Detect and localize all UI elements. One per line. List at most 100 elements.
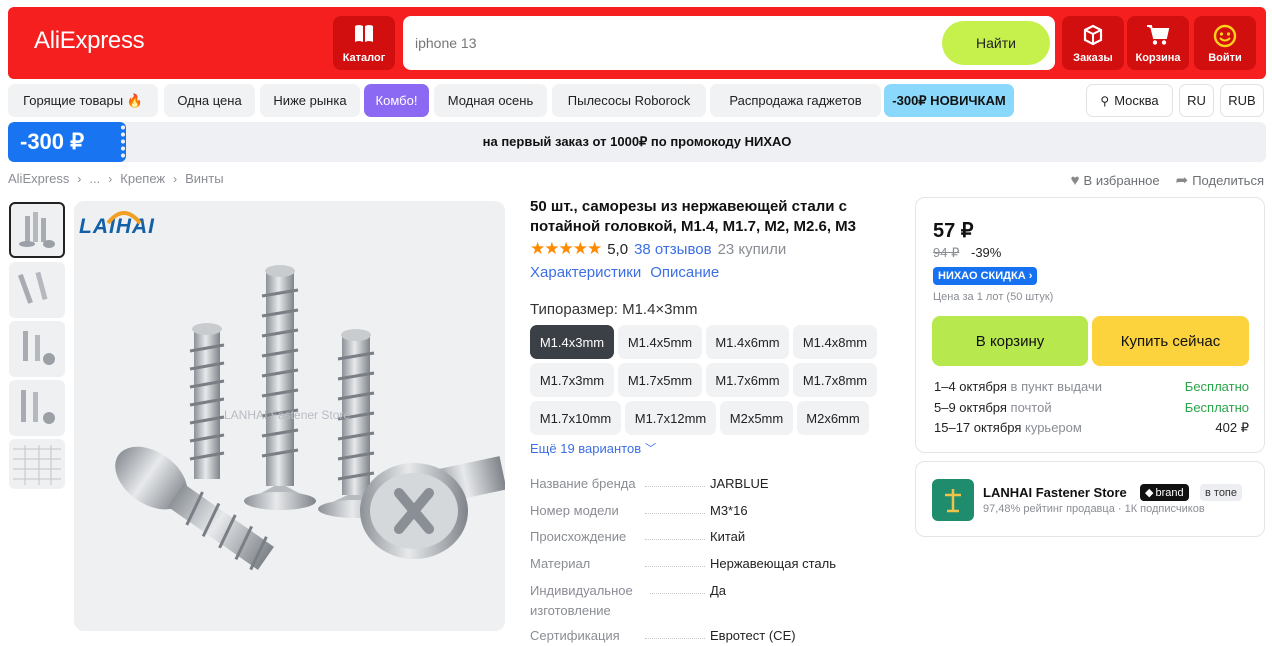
search-button[interactable]: Найти [942, 21, 1050, 65]
shipping-method: курьером [1021, 420, 1082, 435]
breadcrumb-item[interactable]: Крепеж [120, 171, 165, 186]
main-product-image[interactable]: LAIHAI LANHAI Fastener Store [74, 201, 505, 631]
tag-icon: ◆ [1145, 487, 1154, 499]
chip-roborock[interactable]: Пылесосы Roborock [552, 84, 706, 117]
spec-key: Индивидуальное изготовление [530, 583, 633, 618]
header-bar: AliExpress Каталог Найти Заказы Корзина … [8, 7, 1266, 79]
catalog-label: Каталог [342, 52, 386, 64]
thumbnail-1[interactable] [9, 202, 65, 258]
brand-badge-label: brand [1155, 486, 1184, 499]
breadcrumb-item[interactable]: AliExpress [8, 171, 69, 186]
spec-key: Материал [530, 556, 591, 571]
variant-option[interactable]: M1.7x3mm [530, 363, 614, 397]
chip-newbie-discount[interactable]: -300₽ НОВИЧКАМ [884, 84, 1014, 117]
thumbnail-3[interactable] [9, 321, 65, 377]
more-variants-link[interactable]: Ещё 19 вариантов ﹀ [530, 440, 656, 456]
spec-dots [645, 638, 705, 639]
orders-button[interactable]: Заказы [1062, 16, 1124, 70]
coupon-perforation [120, 124, 126, 160]
location-pin-icon: ⚲ [1100, 93, 1110, 108]
shipping-option: 5–9 октября почтой Бесплатно [934, 400, 1249, 415]
chip-below-market[interactable]: Ниже рынка [260, 84, 360, 117]
discount-percent: -39% [971, 245, 1002, 260]
heart-icon: ♥ [1070, 171, 1080, 189]
cart-button[interactable]: Корзина [1127, 16, 1189, 70]
chip-fashion-autumn[interactable]: Модная осень [434, 84, 547, 117]
variant-option[interactable]: M1.4x5mm [618, 325, 702, 359]
star-rating-icon: ★★★★★ [530, 239, 602, 258]
spec-dots [650, 593, 705, 594]
promo-banner[interactable]: на первый заказ от 1000₽ по промокоду НИ… [8, 122, 1266, 162]
bought-count: 23 купили [717, 240, 787, 258]
breadcrumb-item[interactable]: Винты [185, 171, 223, 186]
add-to-cart-button[interactable]: В корзину [932, 316, 1088, 366]
shipping-option: 15–17 октября курьером 402 ₽ [934, 420, 1249, 435]
variant-option[interactable]: M1.7x5mm [618, 363, 702, 397]
chevron-right-icon: › [173, 171, 178, 186]
chip-one-price[interactable]: Одна цена [164, 84, 255, 117]
store-name[interactable]: LANHAI Fastener Store [983, 485, 1127, 500]
variant-option[interactable]: M2x5mm [720, 401, 793, 435]
thumbnail-4[interactable] [9, 380, 65, 436]
variant-option[interactable]: M1.4x3mm [530, 325, 614, 359]
promo-tag-amount: -300 ₽ [20, 129, 85, 154]
spec-key: Сертификация [530, 628, 620, 643]
store-logo-icon [945, 489, 961, 513]
city-selector[interactable]: ⚲ Москва [1086, 84, 1173, 117]
top-badge: в топе [1200, 484, 1243, 501]
variant-option[interactable]: M1.7x8mm [793, 363, 877, 397]
aliexpress-logo[interactable]: AliExpress [34, 27, 145, 55]
orders-box-icon [1083, 24, 1103, 46]
chevron-right-icon: › [108, 171, 113, 186]
favorite-button[interactable]: ♥ В избранное [1071, 172, 1160, 189]
brand-badge: ◆ brand [1140, 484, 1189, 501]
shipping-method: почтой [1006, 400, 1052, 415]
spec-key: Происхождение [530, 529, 627, 544]
variant-option[interactable]: M1.7x10mm [530, 401, 621, 435]
rating-value: 5,0 [607, 240, 629, 258]
shipping-price: Бесплатно [1184, 400, 1249, 415]
buy-box: 57 ₽ 94 ₽ -39% НИХАО СКИДКА › Цена за 1 … [915, 197, 1265, 453]
spec-value: Евротест (CE) [710, 628, 796, 643]
buy-now-button[interactable]: Купить сейчас [1092, 316, 1249, 366]
rating-row: ★★★★★ 5,0 38 отзывов 23 купили [530, 239, 786, 259]
variant-option[interactable]: M1.7x12mm [625, 401, 716, 435]
currency-selector[interactable]: RUB [1220, 84, 1264, 117]
spec-key: Название бренда [530, 476, 636, 491]
breadcrumb-item[interactable]: ... [89, 171, 100, 186]
variant-option[interactable]: M1.7x6mm [706, 363, 789, 397]
shipping-method: в пункт выдачи [1006, 379, 1102, 394]
thumbnail-5[interactable] [9, 439, 65, 489]
share-label: Поделиться [1192, 173, 1264, 188]
orders-label: Заказы [1073, 52, 1113, 64]
thumbnail-2[interactable] [9, 262, 65, 318]
coupon-badge[interactable]: НИХАО СКИДКА › [933, 267, 1038, 285]
chip-gadget-sale[interactable]: Распродажа гаджетов [710, 84, 881, 117]
chevron-down-icon: ﹀ [645, 443, 657, 455]
promo-coupon-tag: -300 ₽ [8, 122, 126, 162]
catalog-button[interactable]: Каталог [333, 16, 395, 70]
search-input[interactable] [415, 31, 915, 55]
city-label: Москва [1114, 93, 1159, 108]
variant-option[interactable]: M1.4x6mm [706, 325, 789, 359]
login-label: Войти [1208, 52, 1242, 64]
page-actions: ♥ В избранное ➦ Поделиться [1071, 171, 1264, 190]
tab-description[interactable]: Описание [650, 264, 719, 281]
spec-value: Китай [710, 529, 746, 544]
search-box: Найти [403, 16, 1055, 70]
chip-hot-deals[interactable]: Горящие товары 🔥 [8, 84, 158, 117]
share-arrow-icon: ➦ [1175, 172, 1189, 189]
login-button[interactable]: Войти [1194, 16, 1256, 70]
spec-dots [645, 513, 705, 514]
share-button[interactable]: ➦ Поделиться [1176, 171, 1264, 189]
reviews-link[interactable]: 38 отзывов [634, 241, 712, 258]
old-price: 94 ₽ [933, 245, 960, 260]
tab-specs[interactable]: Характеристики [530, 264, 641, 281]
variant-option[interactable]: M2x6mm [797, 401, 869, 435]
variant-option[interactable]: M1.4x8mm [793, 325, 877, 359]
chip-combo[interactable]: Комбо! [364, 84, 429, 117]
language-selector[interactable]: RU [1179, 84, 1214, 117]
store-card[interactable]: LANHAI Fastener Store ◆ brand в топе 97,… [915, 461, 1265, 537]
shipping-date: 1–4 октября [934, 379, 1007, 394]
current-price: 57 ₽ [933, 220, 974, 242]
